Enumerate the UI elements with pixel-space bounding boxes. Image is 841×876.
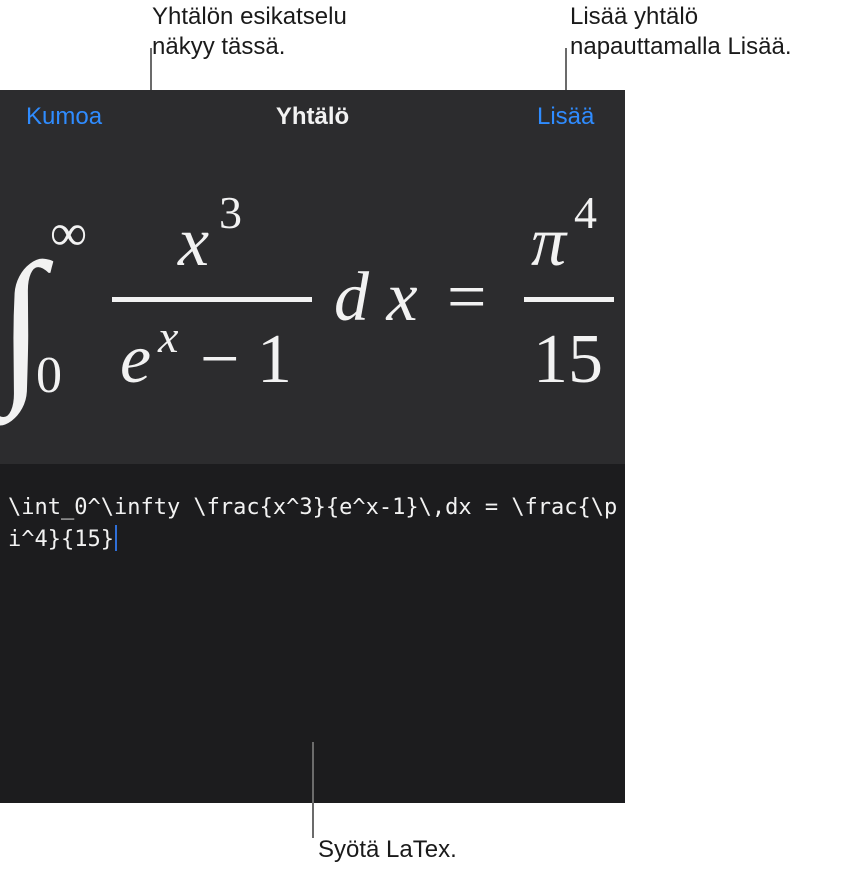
lower-limit: 0 <box>36 347 62 404</box>
insert-button[interactable]: Lisää <box>537 102 594 132</box>
callout-latex: Syötä LaTex. <box>318 835 457 865</box>
denominator-rest: − 1 <box>200 321 292 398</box>
latex-input[interactable]: \int_0^\infty \frac{x^3}{e^x-1}\,dx = \f… <box>8 492 620 556</box>
callout-insert-line1: Lisää yhtälö <box>570 3 699 30</box>
equation-preview: ∫ ∞ 0 x 3 e x − 1 d x = π 4 15 <box>0 187 614 426</box>
callout-preview-line2: näkyy tässä. <box>152 33 286 60</box>
callout-preview: Yhtälön esikatselu näkyy tässä. <box>152 2 347 62</box>
equation-panel: Kumoa Yhtälö Lisää ∫ ∞ 0 x 3 e x − 1 d x… <box>0 90 625 803</box>
differential: d x <box>334 259 418 336</box>
callout-latex-leader <box>312 742 314 838</box>
numerator-exponent: 3 <box>219 187 242 238</box>
latex-source-text: \int_0^\infty \frac{x^3}{e^x-1}\,dx = \f… <box>8 495 618 552</box>
equation-preview-area: Kumoa Yhtälö Lisää ∫ ∞ 0 x 3 e x − 1 d x… <box>0 90 625 464</box>
rhs-numerator-base: π <box>531 204 568 281</box>
callout-latex-line1: Syötä LaTex. <box>318 836 457 863</box>
upper-limit: ∞ <box>50 205 87 262</box>
cancel-button[interactable]: Kumoa <box>26 102 102 132</box>
denominator-exponent: x <box>157 311 179 362</box>
numerator-base: x <box>177 204 209 281</box>
equals-sign: = <box>447 259 486 336</box>
fraction-bar <box>112 297 312 302</box>
rhs-numerator-exponent: 4 <box>574 187 597 238</box>
text-caret <box>114 525 117 551</box>
callout-insert: Lisää yhtälö napauttamalla Lisää. <box>570 2 791 62</box>
rhs-denominator: 15 <box>533 321 603 398</box>
callout-preview-line1: Yhtälön esikatselu <box>152 3 347 30</box>
callout-insert-line2: napauttamalla Lisää. <box>570 33 792 60</box>
rhs-fraction-bar <box>524 297 614 302</box>
denominator-base: e <box>120 321 151 398</box>
